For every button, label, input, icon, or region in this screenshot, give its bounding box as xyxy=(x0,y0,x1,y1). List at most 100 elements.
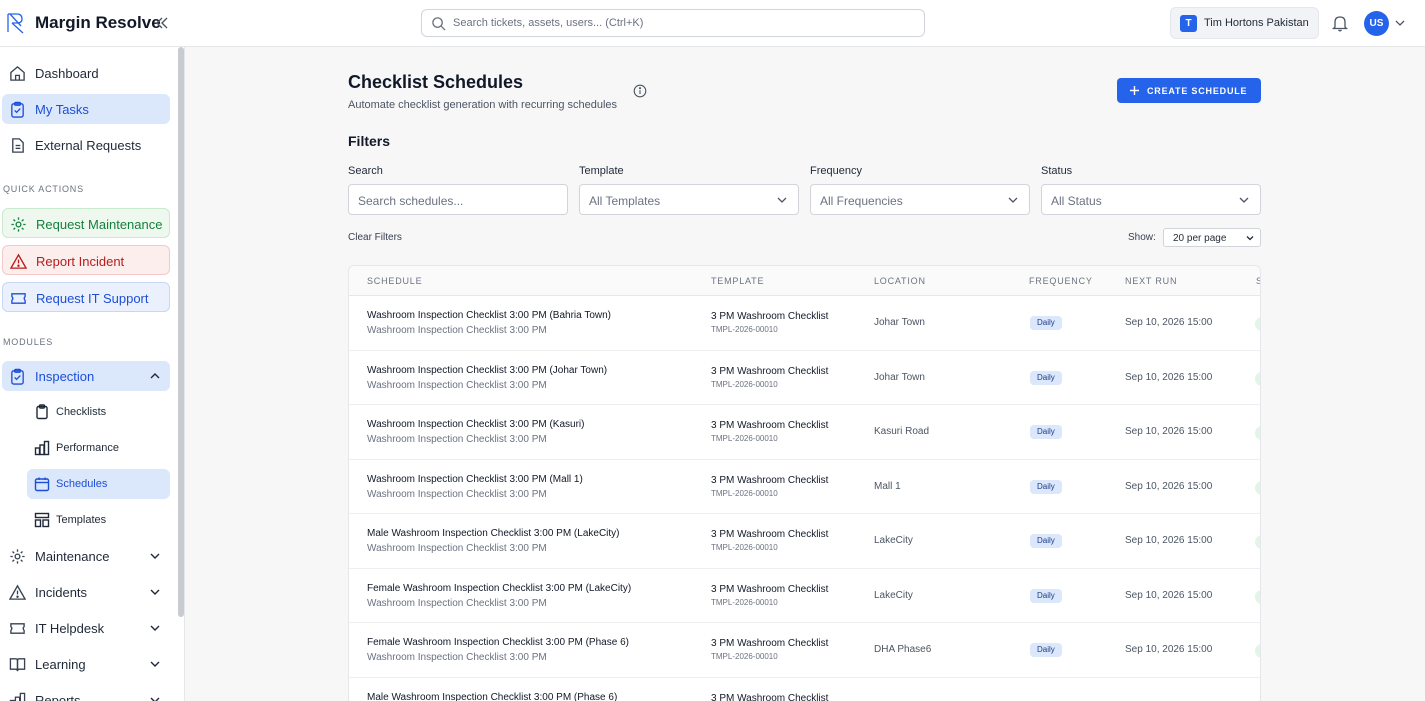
schedule-description: Washroom Inspection Checklist 3:00 PM xyxy=(367,597,547,609)
frequency-badge: Daily xyxy=(1030,588,1062,603)
sidebar-item-label: External Requests xyxy=(35,138,142,153)
sidebar-item-label: Learning xyxy=(35,657,86,672)
location-cell: LakeCity xyxy=(874,535,913,546)
table-row[interactable]: Washroom Inspection Checklist 3:00 PM (J… xyxy=(349,351,1260,405)
column-header-schedule[interactable]: SCHEDULE xyxy=(367,276,422,286)
column-header-location[interactable]: LOCATION xyxy=(874,276,926,286)
quick-action-label: Request IT Support xyxy=(36,291,149,306)
clipboard-check-icon xyxy=(11,368,24,385)
search-schedules-input[interactable]: Search schedules... xyxy=(348,184,568,215)
template-name: 3 PM Washroom Checklist xyxy=(711,638,829,649)
search-icon xyxy=(432,17,446,31)
plus-icon xyxy=(1130,86,1139,95)
app-logo-icon[interactable] xyxy=(6,12,26,34)
schedule-description: Washroom Inspection Checklist 3:00 PM xyxy=(367,379,547,391)
schedule-name: Washroom Inspection Checklist 3:00 PM (B… xyxy=(367,310,611,321)
book-icon xyxy=(9,658,26,672)
sidebar-subitem-templates[interactable]: Templates xyxy=(27,505,170,535)
sidebar-item-my-tasks[interactable]: My Tasks xyxy=(2,94,170,124)
bar-chart-icon xyxy=(9,692,26,701)
notification-bell-icon[interactable] xyxy=(1332,14,1348,32)
location-cell: Mall 1 xyxy=(874,480,901,492)
template-code: TMPL-2026-00010 xyxy=(711,488,778,498)
sidebar-item-it-helpdesk[interactable]: IT Helpdesk xyxy=(2,613,170,643)
sidebar-scrollbar[interactable] xyxy=(178,47,184,617)
create-schedule-button[interactable]: CREATE SCHEDULE xyxy=(1117,78,1261,103)
schedule-name: Washroom Inspection Checklist 3:00 PM (J… xyxy=(367,364,608,376)
sidebar-item-external-requests[interactable]: External Requests xyxy=(2,130,170,160)
frequency-badge: Daily xyxy=(1030,370,1062,385)
sidebar-subitem-schedules[interactable]: Schedules xyxy=(27,469,170,499)
column-header-frequency[interactable]: FREQUENCY xyxy=(1029,276,1093,286)
collapse-sidebar-icon[interactable] xyxy=(153,14,171,32)
sidebar-item-learning[interactable]: Learning xyxy=(2,649,170,679)
warning-icon xyxy=(9,584,26,600)
sidebar-subitem-performance[interactable]: Performance xyxy=(27,433,170,463)
column-header-next-run[interactable]: NEXT RUN xyxy=(1125,276,1177,286)
sidebar-subitem-checklists[interactable]: Checklists xyxy=(27,397,170,427)
quick-action-request-it-support[interactable]: Request IT Support xyxy=(2,282,170,312)
page-size-label: Show: xyxy=(1128,232,1156,243)
sidebar-item-reports[interactable]: Reports xyxy=(2,685,170,701)
status-badge xyxy=(1255,480,1260,495)
sidebar-item-inspection[interactable]: Inspection xyxy=(2,361,170,391)
org-badge: T xyxy=(1180,15,1197,32)
column-header-template[interactable]: TEMPLATE xyxy=(711,276,764,286)
page-title: Checklist Schedules xyxy=(348,72,524,92)
column-header-status[interactable]: S xyxy=(1256,276,1260,286)
user-avatar[interactable]: US xyxy=(1364,11,1389,36)
quick-action-request-maintenance[interactable]: Request Maintenance xyxy=(2,208,170,238)
table-row[interactable]: Washroom Inspection Checklist 3:00 PM (B… xyxy=(349,296,1260,351)
schedule-description: Washroom Inspection Checklist 3:00 PM xyxy=(367,652,547,663)
status-badge xyxy=(1255,535,1260,549)
table-row[interactable]: Male Washroom Inspection Checklist 3:00 … xyxy=(349,678,1260,701)
template-code: TMPL-2026-00010 xyxy=(711,652,778,661)
sidebar-item-label: Incidents xyxy=(35,585,88,600)
table-row[interactable]: Washroom Inspection Checklist 3:00 PM (K… xyxy=(349,405,1260,460)
page-size-select[interactable]: 20 per page xyxy=(1163,228,1261,247)
ticket-icon xyxy=(10,623,25,634)
sidebar-item-incidents[interactable]: Incidents xyxy=(2,577,170,607)
sidebar-item-dashboard[interactable]: Dashboard xyxy=(2,58,170,88)
sidebar-item-maintenance[interactable]: Maintenance xyxy=(2,541,170,571)
template-filter-label: Template xyxy=(579,165,624,177)
table-row[interactable]: Male Washroom Inspection Checklist 3:00 … xyxy=(349,514,1260,569)
home-icon xyxy=(10,66,25,81)
search-schedules-placeholder: Search schedules... xyxy=(358,194,464,208)
table-row[interactable]: Washroom Inspection Checklist 3:00 PM (M… xyxy=(349,460,1260,514)
template-code: TMPL-2026-00010 xyxy=(711,543,778,552)
filters-heading: Filters xyxy=(348,133,391,149)
frequency-badge: Daily xyxy=(1030,643,1062,657)
quick-actions-heading: QUICK ACTIONS xyxy=(3,184,84,194)
location-cell: DHA Phase6 xyxy=(874,644,932,655)
bar-chart-icon xyxy=(34,440,50,456)
status-filter-label: Status xyxy=(1041,165,1073,177)
table-row[interactable]: Female Washroom Inspection Checklist 3:0… xyxy=(349,569,1260,623)
template-name: 3 PM Washroom Checklist xyxy=(711,692,829,701)
sidebar: Dashboard My Tasks External Requests QUI… xyxy=(0,47,185,701)
frequency-badge: Daily xyxy=(1030,534,1062,548)
status-badge xyxy=(1255,371,1260,386)
frequency-select[interactable]: All Frequencies xyxy=(810,184,1030,215)
quick-action-report-incident[interactable]: Report Incident xyxy=(2,245,170,275)
frequency-badge: Daily xyxy=(1030,479,1062,494)
location-cell: Johar Town xyxy=(874,317,925,328)
clipboard-icon xyxy=(36,404,48,420)
document-icon xyxy=(12,138,24,153)
schedule-name: Female Washroom Inspection Checklist 3:0… xyxy=(367,637,629,648)
clear-filters-button[interactable]: Clear Filters xyxy=(348,232,402,243)
global-search-placeholder: Search tickets, assets, users... (Ctrl+K… xyxy=(453,17,644,29)
gear-icon xyxy=(10,549,25,564)
chevron-down-icon xyxy=(1239,197,1249,203)
template-select[interactable]: All Templates xyxy=(579,184,799,215)
status-select[interactable]: All Status xyxy=(1041,184,1261,215)
template-code: TMPL-2026-00010 xyxy=(711,434,778,443)
table-row[interactable]: Female Washroom Inspection Checklist 3:0… xyxy=(349,623,1260,678)
next-run-cell: Sep 10, 2026 15:00 xyxy=(1125,589,1213,601)
chevron-down-icon[interactable] xyxy=(1394,17,1406,29)
info-icon[interactable] xyxy=(633,84,647,98)
schedule-description: Washroom Inspection Checklist 3:00 PM xyxy=(367,325,547,336)
global-search-input[interactable]: Search tickets, assets, users... (Ctrl+K… xyxy=(421,9,925,37)
org-switcher[interactable]: T Tim Hortons Pakistan xyxy=(1170,7,1319,39)
sidebar-item-label: Maintenance xyxy=(35,549,110,564)
